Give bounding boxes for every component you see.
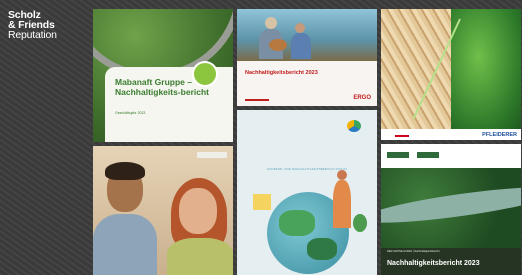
leaf-photo	[451, 9, 521, 129]
ergo-logo: ERGO	[353, 95, 371, 101]
guitar-icon	[269, 39, 287, 51]
child-head	[295, 23, 305, 33]
logo-line-3: Reputation	[8, 29, 57, 41]
child-figure	[291, 33, 311, 59]
people-photo-tile[interactable]	[93, 146, 233, 275]
agency-logo[interactable]: Scholz & Friends Reputation	[8, 10, 57, 41]
land-shape	[279, 210, 315, 236]
tree-icon	[353, 214, 367, 232]
konzern-report-cover[interactable]: KONZERN- UND NACHHALTIGKEITSBERICHT 2022…	[237, 110, 377, 275]
divider	[245, 99, 269, 101]
cover-title: Nachhaltigkeitsbericht 2023	[245, 70, 318, 76]
partner-logo	[387, 152, 409, 158]
pfleiderer-logo: PFLEIDERER	[482, 132, 517, 138]
woman-figure	[167, 238, 233, 275]
cover-caption: DER GRÜNE HAFEN | Nachhaltigkeitsbericht	[387, 250, 440, 253]
corner-label	[197, 152, 227, 158]
man-figure	[93, 214, 157, 275]
pfleiderer-report-cover[interactable]: PFLEIDERER	[381, 9, 521, 140]
cover-title: Nachhaltigkeitsbericht 2023	[387, 260, 480, 267]
cover-heading: KONZERN- UND NACHHALTIGKEITSBERICHT 2022…	[267, 167, 347, 171]
forest-report-cover[interactable]: DER GRÜNE HAFEN | Nachhaltigkeitsbericht…	[381, 144, 521, 275]
man-hair	[105, 162, 145, 180]
cover-subtitle: Geschäftsjahr 2023	[115, 111, 146, 115]
house-icon	[253, 194, 271, 210]
land-shape	[307, 238, 337, 260]
company-logo-icon	[347, 120, 361, 132]
adult-head	[265, 17, 277, 29]
mabanaft-report-cover[interactable]: Mabanaft Gruppe – Nachhaltigkeits-berich…	[93, 9, 233, 142]
woman-head	[179, 188, 217, 234]
accent-line	[395, 135, 409, 137]
cover-title: Mabanaft Gruppe – Nachhaltigkeits-berich…	[115, 77, 209, 97]
portfolio-collage: Scholz & Friends Reputation Mabanaft Gru…	[0, 0, 522, 275]
person-figure	[333, 180, 351, 228]
partner-logo	[417, 152, 439, 158]
person-head	[337, 170, 347, 180]
ergo-report-cover[interactable]: Nachhaltigkeitsbericht 2023 ERGO	[237, 9, 377, 106]
